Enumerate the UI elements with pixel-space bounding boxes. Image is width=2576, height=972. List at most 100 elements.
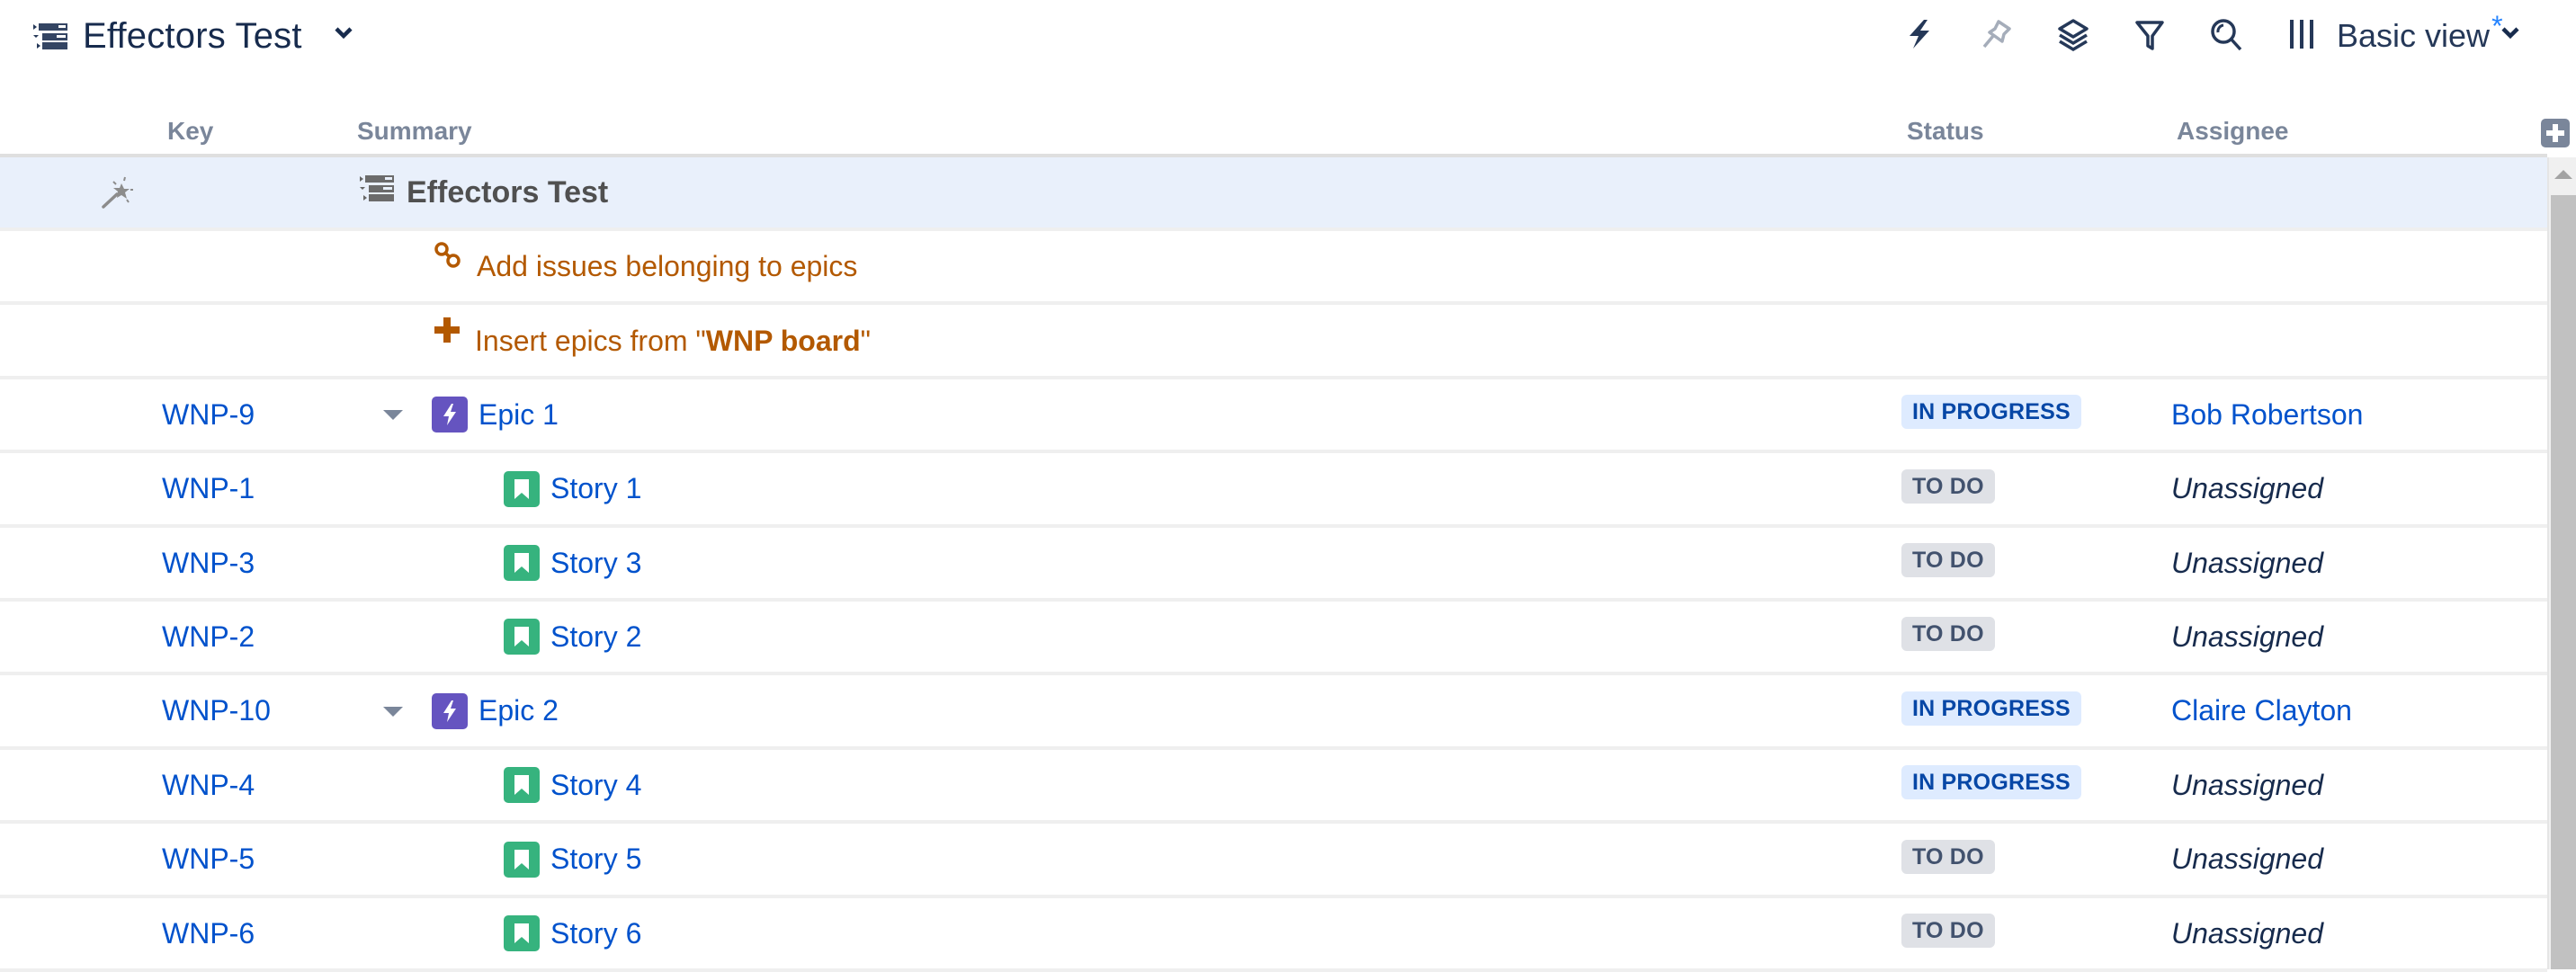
generator-insert-suffix: " [860, 324, 871, 357]
story-type-icon [504, 619, 540, 655]
issue-key-link[interactable]: WNP-4 [162, 750, 255, 820]
story-type-icon [504, 915, 540, 951]
scrollbar-thumb[interactable] [2551, 195, 2576, 969]
status-cell[interactable]: TO DO [1901, 898, 1995, 968]
assignee-unassigned: Unassigned [2171, 768, 2323, 801]
status-badge[interactable]: TO DO [1901, 543, 1995, 577]
issue-summary-text: Story 3 [550, 546, 642, 579]
issue-key-link[interactable]: WNP-6 [162, 898, 255, 968]
assignee-link[interactable]: Claire Clayton [2171, 676, 2352, 746]
status-badge[interactable]: TO DO [1901, 914, 1995, 948]
epic-type-icon [432, 692, 468, 729]
chevron-down-icon[interactable] [2500, 25, 2521, 41]
view-name: Basic view [2337, 17, 2491, 54]
generator-board-name: WNP board [705, 324, 861, 357]
status-cell[interactable]: IN PROGRESS [1901, 379, 2081, 450]
table-row[interactable]: WNP-5 Story 5 TO DO Unassigned [0, 825, 2547, 898]
plus-icon [2546, 124, 2564, 142]
vertical-scrollbar[interactable] [2547, 157, 2576, 969]
status-badge[interactable]: TO DO [1901, 468, 1995, 504]
column-header-key[interactable]: Key [167, 117, 213, 146]
status-cell[interactable]: TO DO [1901, 528, 1995, 598]
issue-key-link[interactable]: WNP-2 [162, 602, 255, 672]
status-badge[interactable]: IN PROGRESS [1901, 395, 2081, 430]
status-badge[interactable]: IN PROGRESS [1901, 765, 2081, 800]
issue-key-link[interactable]: WNP-10 [162, 676, 271, 746]
generator-row-add-issues[interactable]: Add issues belonging to epics [0, 231, 2547, 305]
issue-summary[interactable]: Story 4 [504, 750, 641, 820]
column-header-status[interactable]: Status [1907, 117, 1984, 146]
columns-icon[interactable] [2285, 16, 2321, 52]
issue-key-link[interactable]: WNP-9 [162, 379, 255, 450]
root-row-label: Effectors Test [407, 174, 609, 210]
status-cell[interactable]: TO DO [1901, 602, 1995, 672]
issue-summary[interactable]: Story 2 [504, 602, 641, 672]
table-row[interactable]: WNP-6 Story 6 TO DO Unassigned [0, 898, 2547, 972]
issue-key-link[interactable]: WNP-3 [162, 528, 255, 598]
view-selector[interactable]: Basic view* [2337, 9, 2503, 64]
issue-summary[interactable]: Story 6 [504, 898, 641, 968]
collapse-toggle-icon[interactable] [383, 410, 403, 421]
chevron-down-icon[interactable] [333, 25, 354, 41]
assignee-link[interactable]: Bob Robertson [2171, 379, 2363, 450]
issue-summary[interactable]: Epic 1 [432, 379, 559, 450]
link-icon [434, 241, 462, 277]
add-column-button[interactable] [2541, 119, 2570, 147]
generator-insert-prefix: Insert epics from " [475, 324, 706, 357]
collapse-toggle-icon[interactable] [383, 706, 403, 717]
table-row[interactable]: WNP-10 Epic 2 IN PROGRESS Claire Clayton [0, 676, 2547, 750]
magic-wand-icon[interactable] [101, 157, 137, 227]
root-row[interactable]: Effectors Test [0, 157, 2547, 231]
lightning-icon[interactable] [1902, 16, 1938, 52]
epic-type-icon [432, 397, 468, 433]
issue-summary-text: Epic 2 [479, 694, 559, 727]
status-badge[interactable]: TO DO [1901, 839, 1995, 874]
issue-summary-text: Epic 1 [479, 397, 559, 431]
status-cell[interactable]: TO DO [1901, 454, 1995, 524]
generator-insert-epics[interactable]: Insert epics from " WNP board " [434, 306, 871, 376]
column-header-assignee[interactable]: Assignee [2177, 117, 2289, 146]
status-cell[interactable]: TO DO [1901, 825, 1995, 895]
structure-icon [360, 174, 396, 210]
structure-icon [33, 23, 69, 50]
table-row[interactable]: WNP-9 Epic 1 IN PROGRESS Bob Robertson [0, 379, 2547, 454]
story-type-icon [504, 470, 540, 507]
table-row[interactable]: WNP-2 Story 2 TO DO Unassigned [0, 602, 2547, 676]
issue-summary[interactable]: Epic 2 [432, 676, 559, 746]
table-row[interactable]: WNP-3 Story 3 TO DO Unassigned [0, 528, 2547, 602]
status-badge[interactable]: TO DO [1901, 617, 1995, 652]
table-row[interactable]: WNP-4 Story 4 IN PROGRESS Unassigned [0, 750, 2547, 825]
scroll-up-arrow-icon[interactable] [2554, 170, 2572, 179]
generator-row-insert-epics[interactable]: Insert epics from " WNP board " [0, 306, 2547, 379]
issue-summary-text: Story 2 [550, 620, 642, 653]
column-header-summary[interactable]: Summary [357, 117, 472, 146]
issue-summary-text: Story 5 [550, 843, 642, 876]
status-badge[interactable]: IN PROGRESS [1901, 691, 2081, 726]
status-cell[interactable]: IN PROGRESS [1901, 750, 2081, 820]
assignee-unassigned: Unassigned [2171, 843, 2323, 876]
generator-add-issues[interactable]: Add issues belonging to epics [434, 231, 857, 301]
pin-icon[interactable] [1979, 16, 2015, 52]
issue-summary[interactable]: Story 3 [504, 528, 641, 598]
root-row-summary: Effectors Test [360, 157, 608, 227]
issue-summary-text: Story 1 [550, 472, 642, 505]
layers-icon[interactable] [2055, 16, 2091, 52]
issue-key-link[interactable]: WNP-1 [162, 454, 255, 524]
assignee-unassigned: Unassigned [2171, 546, 2323, 579]
status-cell[interactable]: IN PROGRESS [1901, 676, 2081, 746]
issue-summary-text: Story 6 [550, 916, 642, 950]
generator-add-issues-label: Add issues belonging to epics [477, 249, 858, 282]
story-type-icon [504, 767, 540, 804]
assignee-unassigned: Unassigned [2171, 916, 2323, 950]
plus-icon [434, 317, 461, 351]
assignee-unassigned: Unassigned [2171, 472, 2323, 505]
structure-title[interactable]: Effectors Test [83, 9, 302, 63]
story-type-icon [504, 545, 540, 581]
assignee-unassigned: Unassigned [2171, 620, 2323, 653]
table-row[interactable]: WNP-1 Story 1 TO DO Unassigned [0, 454, 2547, 528]
filter-icon[interactable] [2132, 16, 2168, 52]
issue-key-link[interactable]: WNP-5 [162, 825, 255, 895]
search-icon[interactable] [2208, 16, 2244, 52]
issue-summary[interactable]: Story 5 [504, 825, 641, 895]
issue-summary[interactable]: Story 1 [504, 454, 641, 524]
